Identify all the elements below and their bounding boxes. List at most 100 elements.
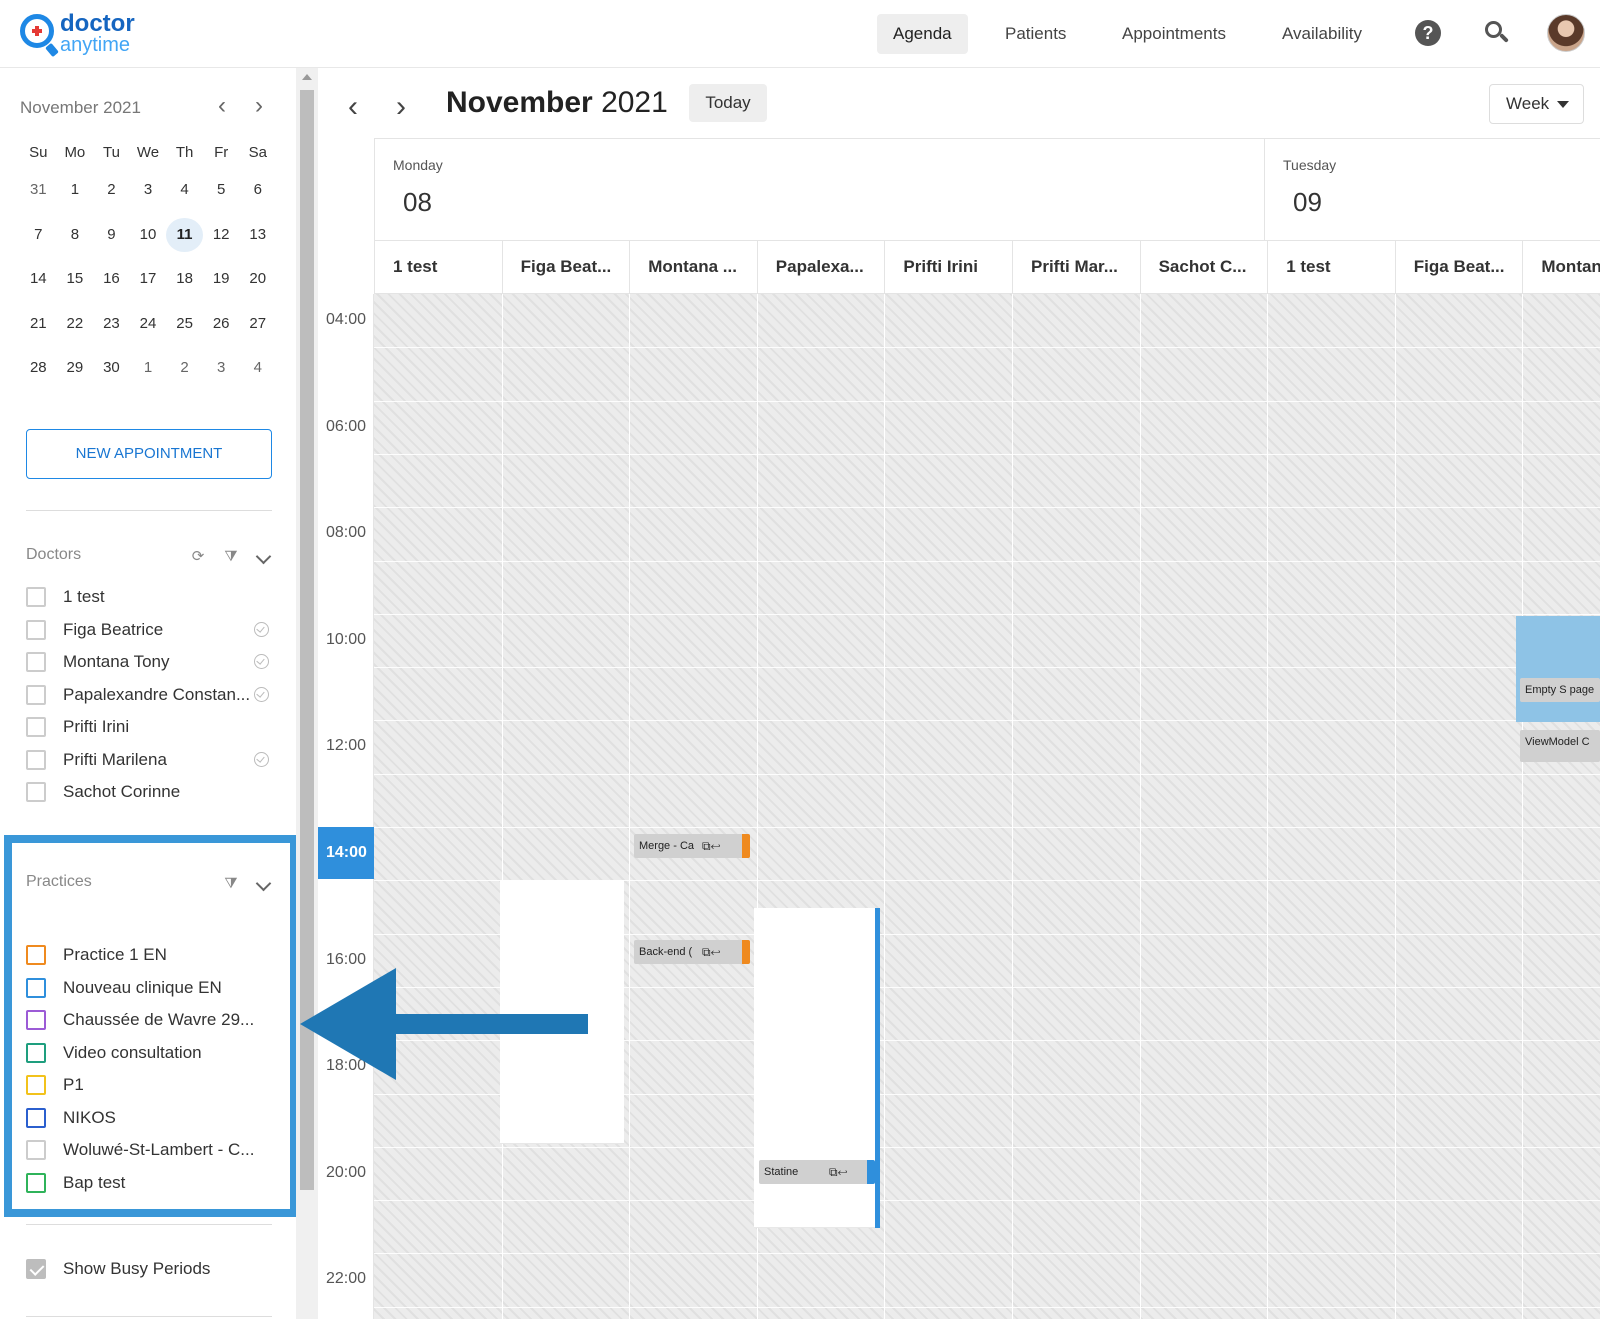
- checkbox[interactable]: [26, 1172, 46, 1193]
- sidebar-scrollbar[interactable]: [296, 68, 318, 1319]
- mini-calendar-day[interactable]: 12: [203, 218, 240, 252]
- mini-calendar-day[interactable]: 8: [57, 218, 94, 252]
- checkbox[interactable]: [26, 684, 46, 705]
- mini-calendar-day[interactable]: 26: [203, 307, 240, 341]
- resource-column-header[interactable]: Papalexa...: [756, 241, 885, 293]
- mini-calendar-day[interactable]: 4: [239, 351, 276, 385]
- checkbox[interactable]: [26, 1010, 46, 1030]
- checkbox[interactable]: [26, 587, 46, 607]
- practice-filter-item[interactable]: Chaussée de Wavre 29...: [26, 1008, 276, 1032]
- checkbox[interactable]: [26, 717, 46, 737]
- appointment-event[interactable]: ViewModel C: [1520, 730, 1600, 762]
- resource-column-header[interactable]: Sachot C...: [1139, 241, 1268, 293]
- doctor-filter-item[interactable]: Prifti Irini: [26, 715, 276, 739]
- checkbox[interactable]: [26, 1075, 46, 1095]
- view-select[interactable]: Week: [1489, 84, 1584, 124]
- new-appointment-button[interactable]: NEW APPOINTMENT: [26, 429, 272, 479]
- checkbox[interactable]: [26, 977, 46, 998]
- resource-column-header[interactable]: Figa Beat...: [501, 241, 630, 293]
- checkbox[interactable]: [26, 945, 46, 965]
- checkbox[interactable]: [26, 782, 46, 802]
- checkbox[interactable]: [26, 1107, 46, 1128]
- resource-column-header[interactable]: Montana ...: [629, 241, 757, 293]
- appointment-event[interactable]: Merge - Ca ⧉↩: [634, 834, 750, 858]
- practice-filter-item[interactable]: Practice 1 EN: [26, 943, 276, 967]
- practice-filter-item[interactable]: Video consultation: [26, 1041, 276, 1065]
- doctor-filter-item[interactable]: 1 test: [26, 585, 276, 609]
- day-header-tuesday[interactable]: Tuesday 09: [1264, 139, 1600, 241]
- practice-filter-item[interactable]: Bap test: [26, 1171, 276, 1195]
- mini-calendar-day[interactable]: 18: [166, 262, 203, 296]
- calendar-prev-icon[interactable]: ‹: [340, 92, 366, 122]
- mini-calendar-day[interactable]: 19: [203, 262, 240, 296]
- mini-calendar-day[interactable]: 6: [239, 173, 276, 207]
- mini-calendar-day[interactable]: 27: [239, 307, 276, 341]
- doctor-filter-item[interactable]: Papalexandre Constan...: [26, 683, 276, 707]
- search-icon[interactable]: [1484, 20, 1510, 46]
- nav-patients[interactable]: Patients: [989, 14, 1082, 54]
- appointment-bar[interactable]: [875, 908, 880, 1228]
- doctor-filter-item[interactable]: Prifti Marilena: [26, 748, 276, 772]
- today-button[interactable]: Today: [689, 84, 767, 122]
- doctor-anytime-logo[interactable]: doctor anytime: [20, 12, 140, 58]
- mini-calendar-day[interactable]: 22: [57, 307, 94, 341]
- mini-calendar-day[interactable]: 2: [166, 351, 203, 385]
- clear-filter-icon[interactable]: ⧩: [222, 548, 240, 566]
- mini-calendar-day[interactable]: 31: [20, 173, 57, 207]
- mini-calendar-day[interactable]: 11: [166, 217, 203, 252]
- nav-agenda[interactable]: Agenda: [877, 14, 968, 54]
- busy-block[interactable]: [1516, 616, 1600, 722]
- mini-calendar-day[interactable]: 28: [20, 351, 57, 385]
- mini-calendar-day[interactable]: 25: [166, 307, 203, 341]
- mini-calendar-day[interactable]: 15: [57, 262, 94, 296]
- mini-calendar-day[interactable]: 3: [130, 173, 167, 207]
- mini-calendar-day[interactable]: 13: [239, 218, 276, 252]
- mini-calendar-next-icon[interactable]: ›: [248, 93, 270, 119]
- mini-calendar-prev-icon[interactable]: ‹: [211, 93, 233, 119]
- checkbox[interactable]: [26, 749, 46, 770]
- mini-calendar-day[interactable]: 5: [203, 173, 240, 207]
- mini-calendar-day[interactable]: 1: [57, 173, 94, 207]
- resource-column-header[interactable]: Montana: [1522, 241, 1600, 293]
- mini-calendar-day[interactable]: 20: [239, 262, 276, 296]
- appointment-event[interactable]: Back-end ( ⧉↩: [634, 940, 750, 964]
- clear-filter-icon[interactable]: ⧩: [222, 875, 240, 893]
- nav-availability[interactable]: Availability: [1266, 14, 1378, 54]
- checkbox[interactable]: [26, 619, 46, 640]
- mini-calendar-day[interactable]: 1: [130, 351, 167, 385]
- mini-calendar-day[interactable]: 24: [130, 307, 167, 341]
- mini-calendar-day[interactable]: 4: [166, 173, 203, 207]
- resource-column-header[interactable]: Prifti Irini: [884, 241, 1012, 293]
- chevron-down-icon[interactable]: [255, 550, 273, 568]
- resource-column-header[interactable]: 1 test: [374, 241, 502, 293]
- calendar-grid[interactable]: Merge - Ca ⧉↩ Back-end ( ⧉↩ Statine ⧉↩ E…: [374, 294, 1600, 1319]
- mini-calendar-day[interactable]: 30: [93, 351, 130, 385]
- mini-calendar-day[interactable]: 10: [130, 218, 167, 252]
- practice-filter-item[interactable]: NIKOS: [26, 1106, 276, 1130]
- mini-calendar-day[interactable]: 29: [57, 351, 94, 385]
- nav-appointments[interactable]: Appointments: [1106, 14, 1242, 54]
- practice-filter-item[interactable]: P1: [26, 1073, 276, 1097]
- mini-calendar-day[interactable]: 2: [93, 173, 130, 207]
- resource-column-header[interactable]: Figa Beat...: [1394, 241, 1523, 293]
- mini-calendar-day[interactable]: 14: [20, 262, 57, 296]
- checkbox[interactable]: [26, 1140, 46, 1160]
- mini-calendar-day[interactable]: 17: [130, 262, 167, 296]
- user-avatar[interactable]: [1547, 14, 1585, 52]
- resource-column-header[interactable]: 1 test: [1267, 241, 1395, 293]
- doctor-filter-item[interactable]: Sachot Corinne: [26, 780, 276, 804]
- day-header-monday[interactable]: Monday 08: [374, 139, 1264, 241]
- mini-calendar-day[interactable]: 21: [20, 307, 57, 341]
- resource-column-header[interactable]: Prifti Mar...: [1012, 241, 1140, 293]
- chevron-down-icon[interactable]: [255, 877, 273, 895]
- mini-calendar-day[interactable]: 9: [93, 218, 130, 252]
- doctor-filter-item[interactable]: Figa Beatrice: [26, 618, 276, 642]
- appointment-event[interactable]: Statine ⧉↩: [759, 1160, 875, 1184]
- checkbox-checked[interactable]: [26, 1259, 46, 1279]
- mini-calendar-day[interactable]: 7: [20, 218, 57, 252]
- sync-icon[interactable]: ⟳: [189, 548, 207, 566]
- mini-calendar-day[interactable]: 3: [203, 351, 240, 385]
- calendar-next-icon[interactable]: ›: [388, 92, 414, 122]
- practice-filter-item[interactable]: Nouveau clinique EN: [26, 976, 276, 1000]
- mini-calendar-day[interactable]: 16: [93, 262, 130, 296]
